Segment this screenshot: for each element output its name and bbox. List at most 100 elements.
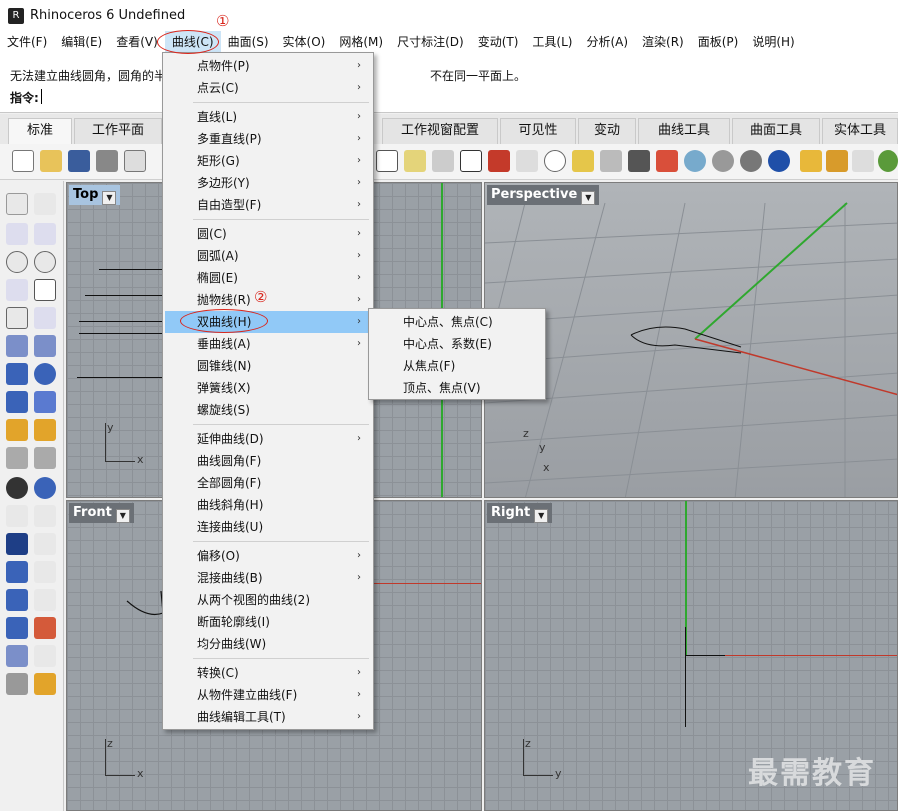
mesh-icon[interactable] <box>34 391 56 413</box>
named-view-icon[interactable] <box>516 150 538 172</box>
viewport-perspective[interactable]: Perspective ▼ z y x <box>484 182 898 498</box>
sphere-icon[interactable] <box>34 363 56 385</box>
viewport-menu-arrow-icon[interactable]: ▼ <box>581 191 596 205</box>
menu-item-fillet-all[interactable]: 全部圆角(F) <box>165 472 371 494</box>
menu-item-polyline[interactable]: 多重直线(P) › <box>165 128 371 150</box>
menu-item-parabola[interactable]: 抛物线(R) › <box>165 289 371 311</box>
block-icon[interactable] <box>6 589 28 611</box>
menu-item-rectangle[interactable]: 矩形(G) › <box>165 150 371 172</box>
point-icon[interactable] <box>34 193 56 215</box>
explode-icon[interactable] <box>6 419 28 441</box>
menu-item-catenary[interactable]: 垂曲线(A) › <box>165 333 371 355</box>
cylinder-icon[interactable] <box>6 391 28 413</box>
boolean-union-icon[interactable] <box>6 447 28 469</box>
four-viewports-icon[interactable] <box>460 150 482 172</box>
move-icon[interactable] <box>34 533 56 555</box>
menu-render[interactable]: 渲染(R) <box>635 31 691 53</box>
polyline-icon[interactable] <box>6 223 28 245</box>
menu-surface[interactable]: 曲面(S) <box>221 31 276 53</box>
tab-set-view[interactable]: 工作视窗配置 <box>382 118 498 144</box>
submenu-item-from-foci[interactable]: 从焦点(F) <box>371 355 543 377</box>
viewport-front-label[interactable]: Front ▼ <box>69 503 134 523</box>
circle-icon[interactable] <box>6 251 28 273</box>
menu-transform[interactable]: 变动(T) <box>471 31 526 53</box>
viewport-right-label[interactable]: Right ▼ <box>487 503 553 523</box>
fillet-icon[interactable] <box>34 307 56 329</box>
tab-solid-tools[interactable]: 实体工具 <box>822 118 898 144</box>
tab-surface-tools[interactable]: 曲面工具 <box>732 118 820 144</box>
select-arrow-icon[interactable] <box>6 193 28 215</box>
menu-item-convert[interactable]: 转换(C) › <box>165 662 371 684</box>
dimension-tool-icon[interactable] <box>6 505 28 527</box>
render-icon[interactable] <box>34 673 56 695</box>
boolean-diff-icon[interactable] <box>34 447 56 469</box>
menu-solid[interactable]: 实体(O) <box>276 31 333 53</box>
color-wheel-icon[interactable] <box>684 150 706 172</box>
analyze-icon[interactable] <box>6 645 28 667</box>
command-input[interactable] <box>41 89 42 104</box>
ellipse-icon[interactable] <box>34 251 56 273</box>
menu-item-arc[interactable]: 圆弧(A) › <box>165 245 371 267</box>
menu-edit[interactable]: 编辑(E) <box>54 31 109 53</box>
viewport-perspective-label[interactable]: Perspective ▼ <box>487 185 600 205</box>
tab-transform[interactable]: 变动 <box>578 118 636 144</box>
menu-item-tween-curves[interactable]: 均分曲线(W) <box>165 633 371 655</box>
tab-standard[interactable]: 标准 <box>8 118 72 144</box>
viewport-menu-arrow-icon[interactable]: ▼ <box>102 191 117 205</box>
extrude-surface-icon[interactable] <box>34 335 56 357</box>
tab-visibility[interactable]: 可见性 <box>500 118 576 144</box>
menu-item-conic[interactable]: 圆锥线(N) <box>165 355 371 377</box>
split-icon[interactable] <box>34 419 56 441</box>
leader-icon[interactable] <box>34 505 56 527</box>
gear-icon[interactable] <box>826 150 848 172</box>
light-bulb-icon[interactable] <box>600 150 622 172</box>
menu-item-curve-from-2-views[interactable]: 从两个视图的曲线(2) <box>165 589 371 611</box>
car-icon[interactable] <box>488 150 510 172</box>
curve-cv-icon[interactable] <box>34 223 56 245</box>
shaded-sphere-icon[interactable] <box>712 150 734 172</box>
new-file-icon[interactable] <box>12 150 34 172</box>
menu-item-ellipse[interactable]: 椭圆(E) › <box>165 267 371 289</box>
properties-icon[interactable] <box>628 150 650 172</box>
viewport-top-label[interactable]: Top ▼ <box>69 185 121 205</box>
menu-item-fillet-curves[interactable]: 曲线圆角(F) <box>165 450 371 472</box>
pen-icon[interactable] <box>800 150 822 172</box>
menu-item-blend-curves[interactable]: 混接曲线(B) › <box>165 567 371 589</box>
shade-icon[interactable] <box>6 673 28 695</box>
menu-item-helix[interactable]: 弹簧线(X) <box>165 377 371 399</box>
menu-item-spiral[interactable]: 螺旋线(S) <box>165 399 371 421</box>
join-icon[interactable] <box>6 477 28 499</box>
measure-icon[interactable] <box>34 589 56 611</box>
submenu-item-vertex-focus[interactable]: 顶点、焦点(V) <box>371 377 543 399</box>
arc-icon[interactable] <box>6 279 28 301</box>
polygon-icon[interactable] <box>6 307 28 329</box>
print-icon[interactable] <box>96 150 118 172</box>
dimension-icon[interactable] <box>852 150 874 172</box>
menu-item-extend-curve[interactable]: 延伸曲线(D) › <box>165 428 371 450</box>
text-icon[interactable] <box>6 533 28 555</box>
menu-item-curve-edit-tools[interactable]: 曲线编辑工具(T) › <box>165 706 371 728</box>
menu-analyze[interactable]: 分析(A) <box>579 31 635 53</box>
save-icon[interactable] <box>68 150 90 172</box>
menu-item-point-cloud[interactable]: 点云(C) › <box>165 77 371 99</box>
menu-item-connect[interactable]: 连接曲线(U) <box>165 516 371 538</box>
zoom-selected-icon[interactable] <box>404 150 426 172</box>
menu-item-line[interactable]: 直线(L) › <box>165 106 371 128</box>
grid-array-icon[interactable] <box>6 617 28 639</box>
select-icon[interactable] <box>572 150 594 172</box>
box-icon[interactable] <box>6 363 28 385</box>
menu-panels[interactable]: 面板(P) <box>691 31 746 53</box>
group-icon[interactable] <box>34 477 56 499</box>
osnap-icon[interactable] <box>544 150 566 172</box>
tab-curve-tools[interactable]: 曲线工具 <box>638 118 730 144</box>
render-sphere-icon[interactable] <box>768 150 790 172</box>
menu-item-curve-from-objects[interactable]: 从物件建立曲线(F) › <box>165 684 371 706</box>
menu-item-offset[interactable]: 偏移(O) › <box>165 545 371 567</box>
array-icon[interactable] <box>6 561 28 583</box>
menu-help[interactable]: 说明(H) <box>745 31 801 53</box>
rotate-view-icon[interactable] <box>432 150 454 172</box>
menu-item-circle[interactable]: 圆(C) › <box>165 223 371 245</box>
menu-item-chamfer[interactable]: 曲线斜角(H) <box>165 494 371 516</box>
surface-icon[interactable] <box>6 335 28 357</box>
viewport-menu-arrow-icon[interactable]: ▼ <box>534 509 549 523</box>
